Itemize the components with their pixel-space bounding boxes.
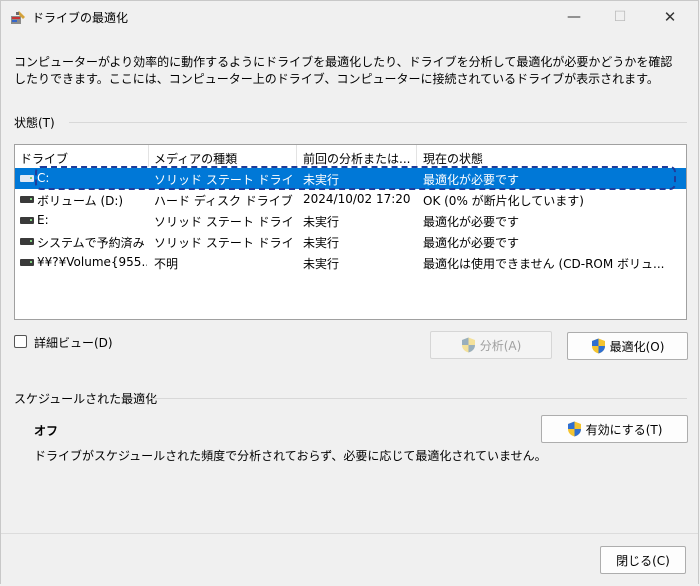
minimize-button[interactable]: — — [551, 1, 597, 33]
drive-row-volume-guid[interactable]: ¥¥?¥Volume{955... 不明 未実行 最適化は使用できません (CD… — [15, 252, 686, 273]
drive-name: システムで予約済み — [37, 236, 145, 250]
close-button-label: 閉じる(C) — [616, 553, 670, 568]
uac-shield-icon — [591, 338, 606, 354]
drive-row-d[interactable]: ボリューム (D:) ハード ディスク ドライブ 2024/10/02 17:2… — [15, 189, 686, 210]
close-window-button[interactable]: ✕ — [647, 1, 693, 33]
drive-icon — [20, 217, 34, 224]
media-type: ソリッド ステート ドライブ — [154, 173, 294, 187]
schedule-group-label: スケジュールされた最適化 — [14, 392, 158, 406]
drive-icon — [20, 238, 34, 245]
drive-icon — [20, 196, 34, 203]
media-type: ハード ディスク ドライブ — [154, 194, 293, 208]
analyze-button-label: 分析(A) — [479, 338, 522, 353]
enable-schedule-button-label: 有効にする(T) — [585, 422, 663, 437]
column-separator[interactable] — [296, 145, 297, 167]
maximize-button[interactable]: ☐ — [597, 1, 643, 33]
last-analyzed: 2024/10/02 17:20 — [303, 192, 411, 206]
description-text: コンピューターがより効率的に動作するようにドライブを最適化したり、ドライブを分析… — [14, 55, 673, 86]
detail-view-label[interactable]: 詳細ビュー(D) — [34, 334, 113, 351]
last-analyzed: 未実行 — [303, 236, 340, 250]
schedule-group-divider — [151, 398, 687, 399]
drive-row-c[interactable]: C: ソリッド ステート ドライブ 未実行 最適化が必要です — [15, 168, 686, 189]
window-title: ドライブの最適化 — [32, 11, 129, 25]
analyze-button[interactable]: 分析(A) — [430, 331, 552, 359]
column-separator[interactable] — [148, 145, 149, 167]
status-group-label: 状態(T) — [14, 116, 55, 130]
title-bar[interactable]: ドライブの最適化 — ☐ ✕ — [1, 1, 698, 33]
media-type: ソリッド ステート ドライブ — [154, 215, 294, 229]
schedule-description: ドライブがスケジュールされた頻度で分析されておらず、必要に応じて最適化されていま… — [34, 449, 547, 463]
current-state: OK (0% が断片化しています) — [423, 194, 584, 208]
last-analyzed: 未実行 — [303, 215, 340, 229]
detail-view-checkbox[interactable] — [14, 335, 27, 348]
close-button[interactable]: 閉じる(C) — [600, 546, 686, 574]
column-separator[interactable] — [416, 145, 417, 167]
current-state: 最適化が必要です — [423, 215, 520, 229]
column-header-current-state[interactable]: 現在の状態 — [423, 150, 483, 167]
uac-shield-icon — [567, 421, 582, 437]
drive-list[interactable]: ドライブ メディアの種類 前回の分析または... 現在の状態 C: ソリッド ス… — [14, 144, 687, 320]
last-analyzed: 未実行 — [303, 257, 340, 271]
optimize-button[interactable]: 最適化(O) — [567, 332, 688, 360]
current-state: 最適化は使用できません (CD-ROM ボリュ... — [423, 257, 665, 271]
optimize-button-label: 最適化(O) — [609, 339, 665, 354]
enable-schedule-button[interactable]: 有効にする(T) — [541, 415, 688, 443]
current-state: 最適化が必要です — [423, 173, 520, 187]
drive-name: E: — [37, 213, 49, 227]
uac-shield-icon — [461, 337, 476, 353]
defrag-app-icon — [10, 10, 26, 26]
column-header-media[interactable]: メディアの種類 — [154, 150, 237, 167]
column-header-last-analyzed[interactable]: 前回の分析または... — [303, 150, 410, 167]
current-state: 最適化が必要です — [423, 236, 520, 250]
drive-icon — [20, 259, 34, 266]
drive-name: ボリューム (D:) — [37, 194, 124, 208]
column-header-drive[interactable]: ドライブ — [20, 150, 68, 167]
drive-name: C: — [37, 171, 50, 185]
dialog-footer — [1, 533, 698, 586]
drive-icon — [20, 175, 34, 182]
schedule-status: オフ — [34, 424, 59, 438]
last-analyzed: 未実行 — [303, 173, 340, 187]
drive-list-header: ドライブ メディアの種類 前回の分析または... 現在の状態 — [15, 145, 686, 167]
optimize-drives-window: ドライブの最適化 — ☐ ✕ コンピューターがより効率的に動作するようにドライブ… — [0, 0, 699, 586]
status-group-divider — [69, 122, 687, 123]
drive-name: ¥¥?¥Volume{955... — [37, 255, 147, 269]
media-type: ソリッド ステート ドライブ — [154, 236, 294, 250]
drive-row-system-reserved[interactable]: システムで予約済み ソリッド ステート ドライブ 未実行 最適化が必要です — [15, 231, 686, 252]
media-type: 不明 — [154, 257, 179, 271]
drive-row-e[interactable]: E: ソリッド ステート ドライブ 未実行 最適化が必要です — [15, 210, 686, 231]
